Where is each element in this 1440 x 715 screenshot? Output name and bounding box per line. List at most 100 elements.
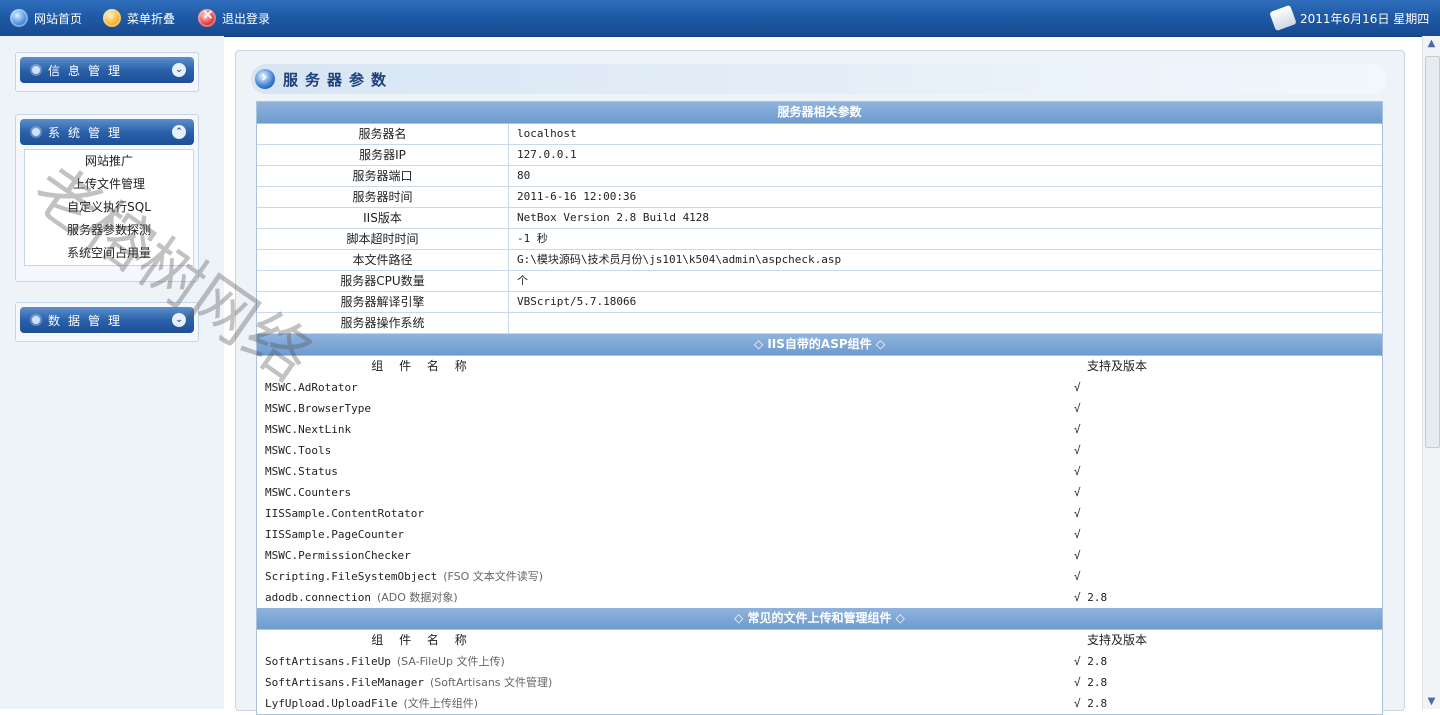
table-row: IIS版本 NetBox Version 2.8 Build 4128 [257, 208, 1382, 229]
component-desc: (SA-FileUp 文件上传) [396, 655, 505, 668]
component-name: MSWC.Counters [265, 486, 352, 499]
iis-column-header: 组 件 名 称 支持及版本 [257, 356, 1382, 377]
param-value: 127.0.0.1 [517, 148, 577, 161]
menu-head-info[interactable]: 信息管理 ⌄ [20, 57, 194, 83]
component-name: IISSample.ContentRotator [265, 507, 424, 520]
component-cell: MSWC.Tools [257, 440, 1060, 461]
chevron-up-icon[interactable]: ⌃ [172, 125, 186, 139]
chevron-down-icon[interactable]: ⌄ [172, 63, 186, 77]
col-support: 支持及版本 [1087, 633, 1148, 647]
table-row: 服务器名 localhost [257, 124, 1382, 145]
date-label: 2011年6月16日 星期四 [1300, 11, 1430, 26]
calendar-icon [1269, 4, 1297, 32]
logout-button[interactable]: 退出登录 [198, 7, 270, 29]
table-row: 服务器端口 80 [257, 166, 1382, 187]
component-cell: MSWC.PermissionChecker [257, 545, 1060, 566]
param-name: 服务器解译引擎 [257, 292, 509, 312]
component-cell: MSWC.BrowserType [257, 398, 1060, 419]
param-value: NetBox Version 2.8 Build 4128 [517, 211, 710, 224]
component-cell: SoftArtisans.FileManager (SoftArtisans 文件… [257, 672, 1060, 693]
sidebar: 信息管理 ⌄ 系统管理 ⌃ 网站推广 上传文件管理 自定义执行SQL 服务器参数… [0, 36, 224, 709]
home-label: 网站首页 [34, 11, 83, 26]
arrow-right-icon [255, 67, 275, 89]
submenu-item-server-params[interactable]: 服务器参数探测 [25, 219, 193, 242]
param-name: 服务器CPU数量 [257, 271, 509, 291]
table-row: 脚本超时时间 -1 秒 [257, 229, 1382, 250]
component-cell: LyfUpload.UploadFile (文件上传组件) [257, 693, 1060, 714]
component-desc: (文件上传组件) [403, 697, 479, 710]
col-name: 组 件 名 称 [371, 359, 473, 373]
page-title-bar: 服务器参数 [251, 64, 1386, 94]
support-version: √ [1074, 549, 1081, 562]
support-version: √ [1074, 381, 1081, 394]
param-value: G:\模块源码\技术员月份\js101\k504\admin\aspcheck.… [517, 253, 842, 266]
menu-head-system[interactable]: 系统管理 ⌃ [20, 119, 194, 145]
param-name: 服务器时间 [257, 187, 509, 207]
support-version: √ 2.8 [1074, 676, 1108, 689]
support-version: √ 2.8 [1074, 655, 1108, 668]
component-row: IISSample.ContentRotator √ [257, 503, 1382, 524]
bullet-icon [32, 128, 40, 136]
vertical-scrollbar[interactable]: ▲ ▼ [1422, 36, 1440, 709]
table-row: 服务器CPU数量 个 [257, 271, 1382, 292]
table-row: 本文件路径 G:\模块源码\技术员月份\js101\k504\admin\aspc… [257, 250, 1382, 271]
menu-head-data[interactable]: 数据管理 ⌄ [20, 307, 194, 333]
support-version: √ [1074, 402, 1081, 415]
component-row: IISSample.PageCounter √ [257, 524, 1382, 545]
submenu-item-promotion[interactable]: 网站推广 [25, 150, 193, 173]
support-version: √ [1074, 444, 1081, 457]
support-version: √ [1074, 423, 1081, 436]
fold-icon [103, 9, 121, 27]
fold-label: 菜单折叠 [127, 11, 176, 26]
param-value: 80 [517, 169, 531, 182]
chevron-down-icon[interactable]: ⌄ [172, 313, 186, 327]
param-name: IIS版本 [257, 208, 509, 228]
param-value [509, 313, 1382, 333]
param-name: 服务器名 [257, 124, 509, 144]
home-link[interactable]: 网站首页 [10, 7, 82, 29]
component-row: Scripting.FileSystemObject (FSO 文本文件读写) √ [257, 566, 1382, 587]
param-value: VBScript/5.7.18066 [517, 295, 637, 308]
scroll-up-arrow-icon[interactable]: ▲ [1426, 38, 1437, 49]
menu-title: 系统管理 [48, 125, 129, 140]
param-name: 服务器IP [257, 145, 509, 165]
logout-label: 退出登录 [222, 11, 271, 26]
component-cell: IISSample.ContentRotator [257, 503, 1060, 524]
fold-menu-button[interactable]: 菜单折叠 [103, 7, 175, 29]
support-version: √ [1074, 570, 1081, 583]
component-desc: (SoftArtisans 文件管理) [429, 676, 553, 689]
component-row: LyfUpload.UploadFile (文件上传组件) √ 2.8 [257, 693, 1382, 714]
menu-title: 数据管理 [48, 313, 129, 328]
section-header-server: 服务器相关参数 [257, 102, 1382, 124]
param-value: -1 秒 [517, 232, 548, 245]
scroll-thumb[interactable] [1425, 56, 1440, 448]
component-name: adodb.connection [265, 591, 371, 604]
component-row: MSWC.PermissionChecker √ [257, 545, 1382, 566]
menu-group-info: 信息管理 ⌄ [15, 52, 199, 92]
component-cell: IISSample.PageCounter [257, 524, 1060, 545]
support-version: √ [1074, 528, 1081, 541]
submenu-item-custom-sql[interactable]: 自定义执行SQL [25, 196, 193, 219]
date-display: 2011年6月16日 星期四 [1269, 4, 1430, 32]
component-name: MSWC.NextLink [265, 423, 352, 436]
component-name: Scripting.FileSystemObject [265, 570, 438, 583]
submenu-item-space-usage[interactable]: 系统空间占用量 [25, 242, 193, 265]
scroll-down-arrow-icon[interactable]: ▼ [1426, 696, 1437, 707]
component-name: SoftArtisans.FileManager [265, 676, 424, 689]
support-version: √ 2.8 [1074, 697, 1108, 710]
component-row: SoftArtisans.FileManager (SoftArtisans 文件… [257, 672, 1382, 693]
support-version: √ [1074, 465, 1081, 478]
menu-group-data: 数据管理 ⌄ [15, 302, 199, 342]
submenu-item-upload-files[interactable]: 上传文件管理 [25, 173, 193, 196]
component-name: MSWC.BrowserType [265, 402, 371, 415]
bullet-icon [32, 316, 40, 324]
support-version: √ 2.8 [1074, 591, 1108, 604]
component-cell: MSWC.NextLink [257, 419, 1060, 440]
component-name: MSWC.Tools [265, 444, 332, 457]
component-row: MSWC.Status √ [257, 461, 1382, 482]
table-row: 服务器解译引擎 VBScript/5.7.18066 [257, 292, 1382, 313]
param-value: 2011-6-16 12:00:36 [517, 190, 637, 203]
bullet-icon [32, 66, 40, 74]
component-name: IISSample.PageCounter [265, 528, 405, 541]
table-row: 服务器IP 127.0.0.1 [257, 145, 1382, 166]
